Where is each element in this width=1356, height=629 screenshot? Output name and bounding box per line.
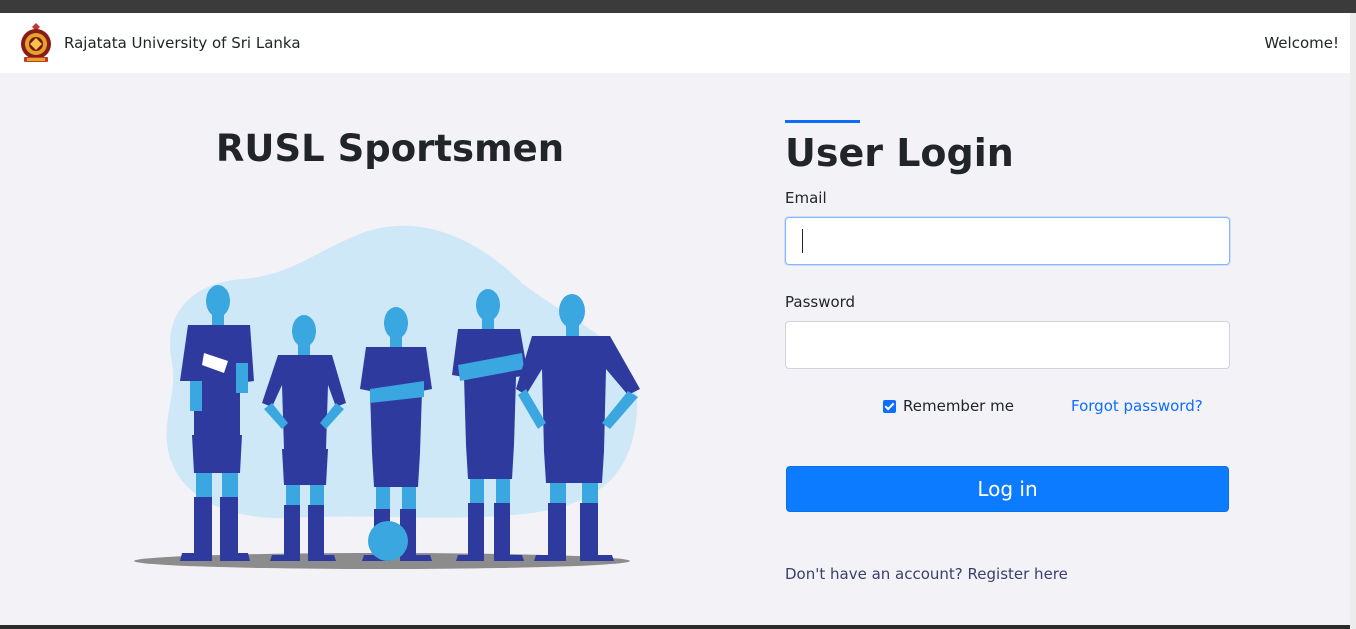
hero-title: RUSL Sportsmen bbox=[215, 127, 565, 170]
football bbox=[368, 521, 408, 561]
text-caret bbox=[802, 229, 803, 253]
login-button[interactable]: Log in bbox=[786, 466, 1229, 512]
football-team-illustration bbox=[134, 225, 640, 569]
scrollbar[interactable] bbox=[1350, 13, 1356, 629]
password-label: Password bbox=[785, 293, 856, 311]
welcome-text: Welcome! bbox=[1264, 34, 1339, 52]
browser-bottom-strip bbox=[0, 625, 1350, 629]
remember-me[interactable]: Remember me bbox=[883, 397, 1014, 415]
login-title: User Login bbox=[785, 131, 1014, 175]
forgot-password-link[interactable]: Forgot password? bbox=[1071, 397, 1203, 415]
email-label: Email bbox=[785, 189, 827, 207]
navbar: Rajatata University of Sri Lanka Welcome… bbox=[0, 13, 1350, 73]
university-crest-icon[interactable] bbox=[18, 22, 54, 64]
register-link[interactable]: Don't have an account? Register here bbox=[785, 565, 1068, 583]
password-field[interactable] bbox=[785, 321, 1230, 369]
email-field[interactable] bbox=[785, 217, 1230, 265]
page-viewport: Rajatata University of Sri Lanka Welcome… bbox=[0, 13, 1350, 625]
browser-top-strip bbox=[0, 0, 1356, 13]
remember-checkbox[interactable] bbox=[883, 399, 896, 413]
brand-name[interactable]: Rajatata University of Sri Lanka bbox=[64, 34, 301, 52]
remember-label[interactable]: Remember me bbox=[903, 397, 1014, 415]
title-accent-bar bbox=[785, 120, 860, 123]
